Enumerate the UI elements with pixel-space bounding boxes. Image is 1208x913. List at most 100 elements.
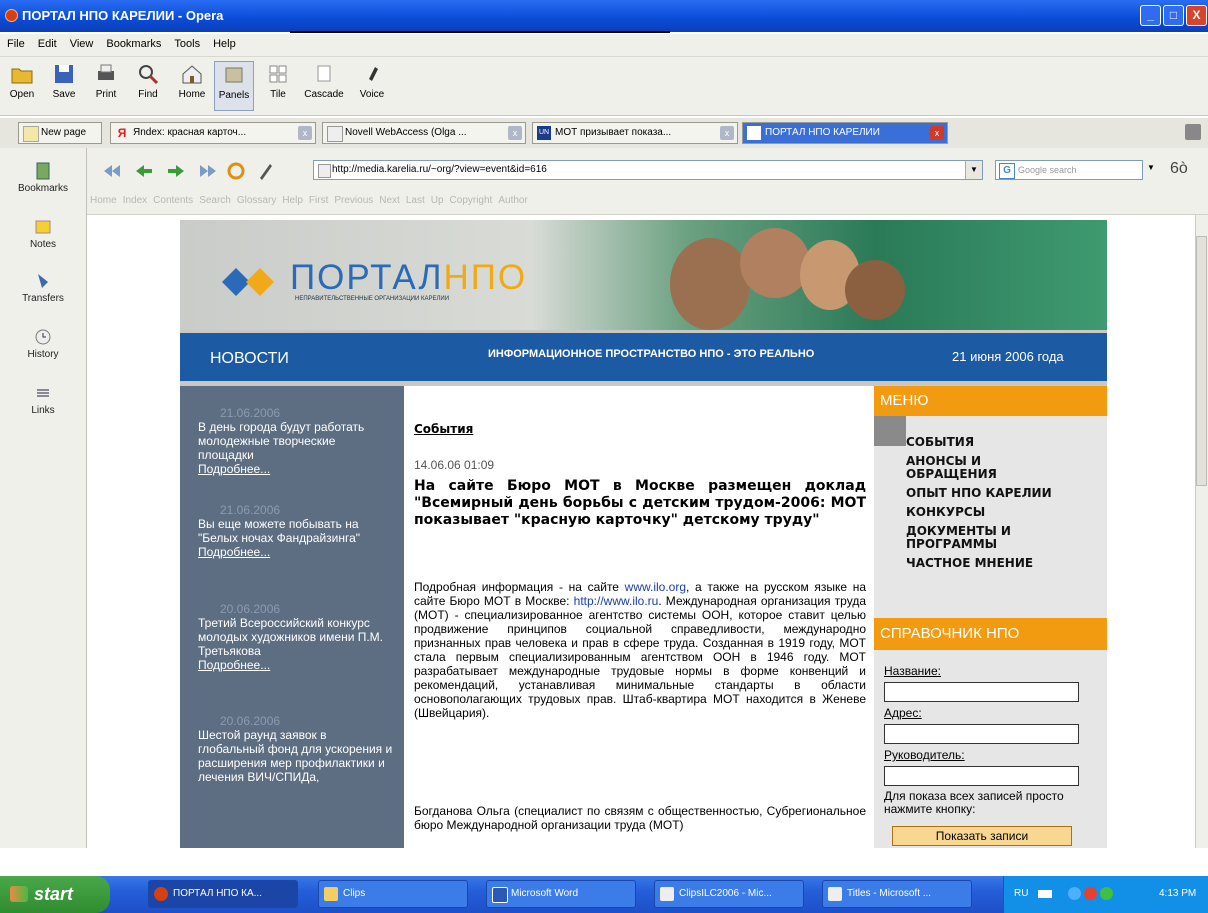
zoom-glasses-icon[interactable]: 6ò [1170,160,1188,178]
messenger-icon[interactable] [1100,887,1113,900]
nav-help[interactable]: Help [279,188,306,206]
nav-glossary[interactable]: Glossary [234,188,279,206]
opera-icon [5,9,18,22]
show-records-button[interactable]: Показать записи [892,826,1072,846]
menu-bookmarks[interactable]: Bookmarks [99,34,167,50]
close-tab-icon[interactable]: x [720,126,734,140]
microphone-icon [369,67,378,81]
ilo-ru-link[interactable]: http://www.ilo.ru [574,594,659,608]
network-icon[interactable] [1068,887,1081,900]
nav-copyright[interactable]: Copyright [447,188,496,206]
maximize-button[interactable]: □ [1163,5,1184,26]
address-input[interactable] [884,724,1079,744]
task-word[interactable]: Microsoft Word [486,880,636,908]
tile-label: Tile [270,89,286,100]
close-tab-icon[interactable]: x [508,126,522,140]
forward-icon[interactable] [168,165,184,177]
search-chevron-down-icon[interactable]: ▼ [1147,163,1155,172]
nav-home[interactable]: Home [87,188,120,206]
nav-search[interactable]: Search [196,188,234,206]
tab-yandex[interactable]: Я Яndex: красная карточ... x [110,122,316,144]
window-title: ПОРТАЛ НПО КАРЕЛИИ - Opera [22,8,224,23]
address-field[interactable]: http://media.karelia.ru/~org/?view=event… [313,160,983,180]
back-icon[interactable] [136,165,152,177]
open-button[interactable]: Open [2,61,42,111]
close-tab-icon[interactable]: x [298,126,312,140]
panels-icon [225,67,243,83]
search-input[interactable]: G Google search [995,160,1143,180]
menu-tools[interactable]: Tools [167,34,206,50]
news-text: Шестой раунд заявок в глобальный фонд дл… [198,728,393,784]
task-titles[interactable]: Titles - Microsoft ... [822,880,972,908]
nav-up[interactable]: Up [428,188,447,206]
nav-index[interactable]: Index [120,188,150,206]
ilo-link[interactable]: www.ilo.org [625,580,686,594]
panel-bookmarks[interactable]: Bookmarks [0,162,86,194]
language-indicator[interactable]: RU [1014,876,1028,912]
magnifier-icon [139,65,159,85]
task-clips[interactable]: Clips [318,880,468,908]
fast-forward-icon[interactable] [200,165,216,177]
tile-button[interactable]: Tile [258,61,298,111]
chevron-down-icon[interactable]: ▼ [965,161,982,179]
news-more-link[interactable]: Подробнее... [198,658,270,672]
menu-item-opinion[interactable]: ЧАСТНОЕ МНЕНИЕ [906,557,1052,570]
task-opera[interactable]: ПОРТАЛ НПО КА... [148,880,298,908]
menu-help[interactable]: Help [206,34,242,50]
nav-author[interactable]: Author [495,188,530,206]
scrollbar-thumb[interactable] [1196,236,1207,486]
clock: 4:13 PM [1159,888,1197,899]
keyboard-icon[interactable] [1038,890,1052,898]
print-button[interactable]: Print [86,61,126,111]
news-more-link[interactable]: Подробнее... [198,462,270,476]
find-button[interactable]: Find [128,61,168,111]
edit-icon[interactable] [260,164,272,180]
menu-view[interactable]: View [63,34,100,50]
tab-new-page[interactable]: New page [18,122,102,144]
panel-notes[interactable]: Notes [0,218,86,250]
panels-button[interactable]: Panels [214,61,254,111]
site-logo[interactable]: ПОРТАЛНПО [290,258,527,298]
panel-links[interactable]: Links [0,384,86,416]
save-button[interactable]: Save [44,61,84,111]
menu-item-announcements[interactable]: АНОНСЫ И ОБРАЩЕНИЯ [906,455,1036,481]
tab-ilo[interactable]: UN МОТ призывает показа... x [532,122,738,144]
menu-item-events[interactable]: СОБЫТИЯ [906,436,1052,449]
voice-button[interactable]: Voice [352,61,392,111]
start-button[interactable]: start [0,876,110,913]
minimize-button[interactable]: _ [1140,5,1161,26]
cascade-button[interactable]: Cascade [300,61,348,111]
close-tab-icon[interactable]: x [930,126,944,140]
menu-file[interactable]: File [0,34,31,50]
reload-icon[interactable] [227,162,245,180]
nav-previous[interactable]: Previous [331,188,376,206]
rewind-icon[interactable] [104,165,120,177]
news-column: 21.06.2006 В день города будут работать … [180,386,404,848]
menu-item-documents[interactable]: ДОКУМЕНТЫ И ПРОГРАММЫ [906,525,1036,551]
start-label: start [34,884,74,904]
tab-menu-icon[interactable] [1185,124,1201,140]
menu-edit[interactable]: Edit [31,34,63,50]
nav-next[interactable]: Next [376,188,403,206]
article-section[interactable]: События [414,422,473,436]
nav-first[interactable]: First [306,188,331,206]
panel-history[interactable]: History [0,328,86,360]
news-date: 21.06.2006 [220,503,281,517]
folder-icon [324,887,338,901]
nav-contents[interactable]: Contents [150,188,196,206]
security-icon[interactable] [1084,887,1097,900]
close-button[interactable]: X [1186,5,1207,26]
nav-last[interactable]: Last [403,188,428,206]
news-more-link[interactable]: Подробнее... [198,545,270,559]
tab-novell[interactable]: Novell WebAccess (Olga ... x [322,122,526,144]
head-input[interactable] [884,766,1079,786]
body-text: Подробная информация - на сайте [414,580,625,594]
home-button[interactable]: Home [172,61,212,111]
task-clips-doc[interactable]: ClipsILC2006 - Mic... [654,880,804,908]
house-icon [182,65,202,84]
tab-portal-active[interactable]: ПОРТАЛ НПО КАРЕЛИИ x [742,122,948,144]
menu-item-experience[interactable]: ОПЫТ НПО КАРЕЛИИ [906,487,1052,500]
name-input[interactable] [884,682,1079,702]
panel-transfers[interactable]: Transfers [0,272,86,304]
menu-item-contests[interactable]: КОНКУРСЫ [906,506,1052,519]
